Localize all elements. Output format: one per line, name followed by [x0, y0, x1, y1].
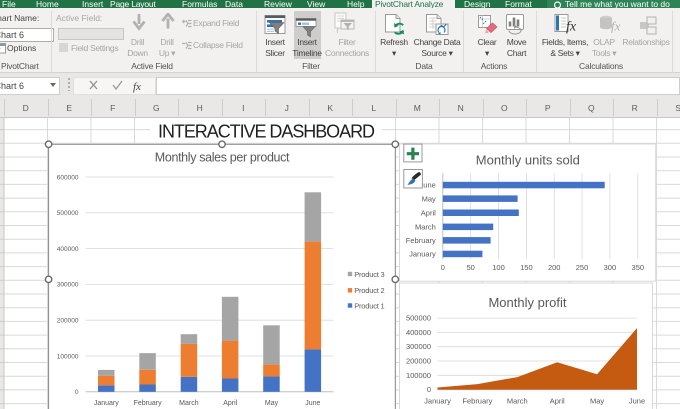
svg-text:INTERACTIVE DASHBOARD: INTERACTIVE DASHBOARD [158, 121, 375, 141]
svg-text:400000: 400000 [57, 246, 79, 253]
svg-text:300000: 300000 [406, 342, 431, 351]
svg-text:400000: 400000 [406, 328, 431, 337]
svg-text:250: 250 [576, 263, 589, 272]
svg-text:Product 3: Product 3 [354, 270, 384, 279]
svg-text:May: May [422, 194, 436, 203]
svg-text:Monthly units sold: Monthly units sold [476, 153, 580, 168]
svg-text:300: 300 [604, 263, 617, 272]
svg-text:350: 350 [632, 263, 645, 272]
svg-text:100: 100 [492, 263, 505, 272]
svg-text:200000: 200000 [57, 318, 79, 325]
svg-text:April: April [550, 397, 565, 406]
svg-text:January: January [94, 400, 119, 407]
svg-text:fx: fx [611, 19, 621, 34]
svg-text:March: March [179, 400, 199, 407]
svg-text:100000: 100000 [406, 371, 431, 380]
svg-text:April: April [223, 400, 237, 407]
svg-text:February: February [134, 400, 163, 407]
svg-text:May: May [590, 397, 604, 406]
svg-text:600000: 600000 [57, 174, 79, 181]
svg-text:fx: fx [133, 81, 141, 93]
svg-text:March: March [507, 397, 528, 406]
svg-text:0: 0 [75, 389, 79, 396]
svg-text:200: 200 [548, 263, 561, 272]
svg-text:200000: 200000 [406, 357, 431, 366]
svg-text:150: 150 [520, 263, 533, 272]
svg-text:500000: 500000 [57, 210, 79, 217]
svg-text:300000: 300000 [57, 282, 79, 289]
svg-text:Product 2: Product 2 [354, 286, 384, 295]
svg-text:March: March [415, 223, 436, 232]
svg-text:May: May [265, 400, 279, 407]
svg-text:100000: 100000 [57, 353, 79, 360]
svg-text:April: April [421, 208, 436, 217]
svg-text:500000: 500000 [406, 314, 431, 323]
svg-text:June: June [629, 397, 645, 406]
svg-text:January: January [424, 397, 451, 406]
svg-text:Monthly sales per product: Monthly sales per product [155, 151, 290, 165]
svg-text:January: January [409, 250, 436, 259]
svg-text:0: 0 [441, 263, 445, 272]
svg-text:50: 50 [467, 263, 475, 272]
svg-text:0: 0 [427, 385, 431, 394]
svg-text:Monthly profit: Monthly profit [488, 295, 566, 310]
svg-text:February: February [406, 236, 436, 245]
svg-text:June: June [305, 400, 320, 407]
svg-text:Product 1: Product 1 [354, 301, 384, 310]
svg-text:fx: fx [566, 20, 577, 35]
svg-text:February: February [462, 397, 492, 406]
